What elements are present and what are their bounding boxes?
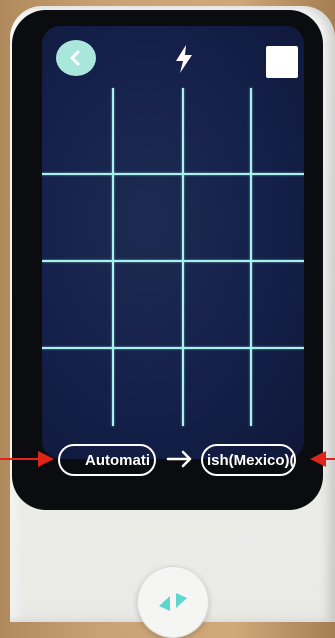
source-language-label: Automati [85,451,150,469]
lightning-bolt-icon[interactable] [173,44,195,74]
capture-square-button[interactable] [266,46,298,78]
home-button[interactable] [137,566,209,638]
grid-line-horizontal-3 [42,347,304,349]
target-language-label: ish(Mexico)(l [207,451,296,469]
grid-line-horizontal-2 [42,260,304,262]
grid-line-vertical-3 [250,88,252,426]
chevron-left-icon [70,50,80,66]
grid-line-vertical-1 [112,88,114,426]
back-button[interactable] [56,40,96,76]
bidirectional-arrows-icon [159,593,187,611]
camera-viewfinder [42,26,304,459]
grid-line-vertical-2 [182,88,184,426]
grid-line-horizontal-1 [42,173,304,175]
source-language-button[interactable]: Automati [58,444,156,476]
annotation-arrow-right [310,451,335,467]
target-language-button[interactable]: ish(Mexico)(l [201,444,296,476]
annotation-arrow-left [0,451,54,467]
right-arrow-icon[interactable] [166,449,194,469]
